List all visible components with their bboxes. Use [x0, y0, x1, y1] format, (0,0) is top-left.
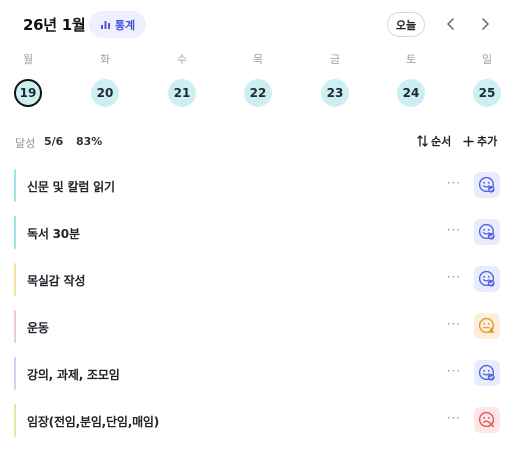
task-color-bar	[14, 310, 16, 343]
task-title: 목실감 작성	[27, 274, 86, 288]
day-column[interactable]: 금 23	[315, 52, 355, 107]
plus-icon	[463, 135, 474, 147]
day-name: 화	[99, 53, 111, 66]
day-name: 목	[252, 53, 264, 66]
smile-check-icon	[478, 176, 495, 193]
more-options-button[interactable]: ···	[444, 270, 464, 288]
task-status-button[interactable]	[474, 360, 500, 386]
day-name: 수	[176, 53, 188, 66]
more-options-button[interactable]: ···	[444, 223, 464, 241]
smile-check-icon	[478, 364, 495, 381]
more-options-button[interactable]: ···	[444, 317, 464, 335]
task-status-button[interactable]	[474, 172, 500, 198]
day-name: 금	[329, 53, 341, 66]
day-date[interactable]: 19	[14, 79, 42, 107]
day-date[interactable]: 20	[91, 79, 119, 107]
day-column[interactable]: 화 20	[85, 52, 125, 107]
more-options-button[interactable]: ···	[444, 411, 464, 429]
week-strip: 월 19 화 20 수 21 목 22 금 23 토 24 일 25	[0, 52, 518, 114]
task-row[interactable]: 운동 ···	[0, 304, 518, 350]
next-week-button[interactable]	[474, 13, 496, 35]
prev-week-button[interactable]	[440, 13, 462, 35]
day-name: 일	[481, 53, 493, 66]
sort-order-button[interactable]: 순서	[417, 133, 451, 149]
stats-label: 통계	[114, 18, 136, 32]
day-date[interactable]: 22	[244, 79, 272, 107]
smile-check-icon	[478, 223, 495, 240]
task-row[interactable]: 강의, 과제, 조모임 ···	[0, 351, 518, 397]
day-date[interactable]: 24	[397, 79, 425, 107]
task-title: 운동	[27, 321, 49, 335]
task-color-bar	[14, 404, 16, 437]
chevron-right-icon	[482, 18, 489, 30]
achievement-count: 5/6	[44, 135, 64, 148]
task-row[interactable]: 독서 30분 ···	[0, 210, 518, 256]
achievement-summary: 달성 5/6 83% 순서 추가	[0, 130, 518, 154]
stats-button[interactable]: 통계	[89, 11, 146, 38]
task-title: 임장(전임,분임,단임,매임)	[27, 415, 160, 429]
bar-chart-icon	[100, 21, 110, 29]
task-row[interactable]: 목실감 작성 ···	[0, 257, 518, 303]
day-date[interactable]: 23	[321, 79, 349, 107]
day-date[interactable]: 21	[168, 79, 196, 107]
task-color-bar	[14, 216, 16, 249]
task-color-bar	[14, 169, 16, 202]
task-color-bar	[14, 357, 16, 390]
day-name: 토	[405, 53, 417, 66]
calendar-header: 26년 1월 통계 오늘	[0, 0, 518, 50]
achievement-percent: 83%	[76, 135, 103, 148]
month-title: 26년 1월	[23, 16, 86, 34]
chevron-left-icon	[447, 18, 454, 30]
sort-arrows-icon	[417, 135, 428, 147]
task-status-button[interactable]	[474, 313, 500, 339]
day-column[interactable]: 월 19	[8, 52, 48, 107]
add-task-label: 추가	[477, 135, 498, 148]
task-row[interactable]: 신문 및 칼럼 읽기 ···	[0, 163, 518, 209]
more-options-button[interactable]: ···	[444, 364, 464, 382]
day-column[interactable]: 수 21	[162, 52, 202, 107]
day-column[interactable]: 토 24	[391, 52, 431, 107]
neutral-alert-icon	[478, 317, 495, 334]
add-task-button[interactable]: 추가	[463, 133, 497, 149]
sort-order-label: 순서	[431, 135, 452, 148]
smile-check-icon	[478, 270, 495, 287]
task-status-button[interactable]	[474, 266, 500, 292]
task-color-bar	[14, 263, 16, 296]
day-column[interactable]: 일 25	[467, 52, 507, 107]
task-status-button[interactable]	[474, 407, 500, 433]
sad-x-icon	[478, 411, 495, 428]
day-name: 월	[22, 53, 34, 66]
day-date[interactable]: 25	[473, 79, 501, 107]
task-status-button[interactable]	[474, 219, 500, 245]
task-title: 강의, 과제, 조모임	[27, 368, 120, 382]
more-options-button[interactable]: ···	[444, 176, 464, 194]
today-button[interactable]: 오늘	[387, 12, 425, 37]
task-title: 독서 30분	[27, 227, 80, 241]
task-title: 신문 및 칼럼 읽기	[27, 180, 115, 194]
task-row[interactable]: 임장(전임,분임,단임,매임) ···	[0, 398, 518, 444]
day-column[interactable]: 목 22	[238, 52, 278, 107]
achievement-label: 달성	[15, 137, 36, 150]
